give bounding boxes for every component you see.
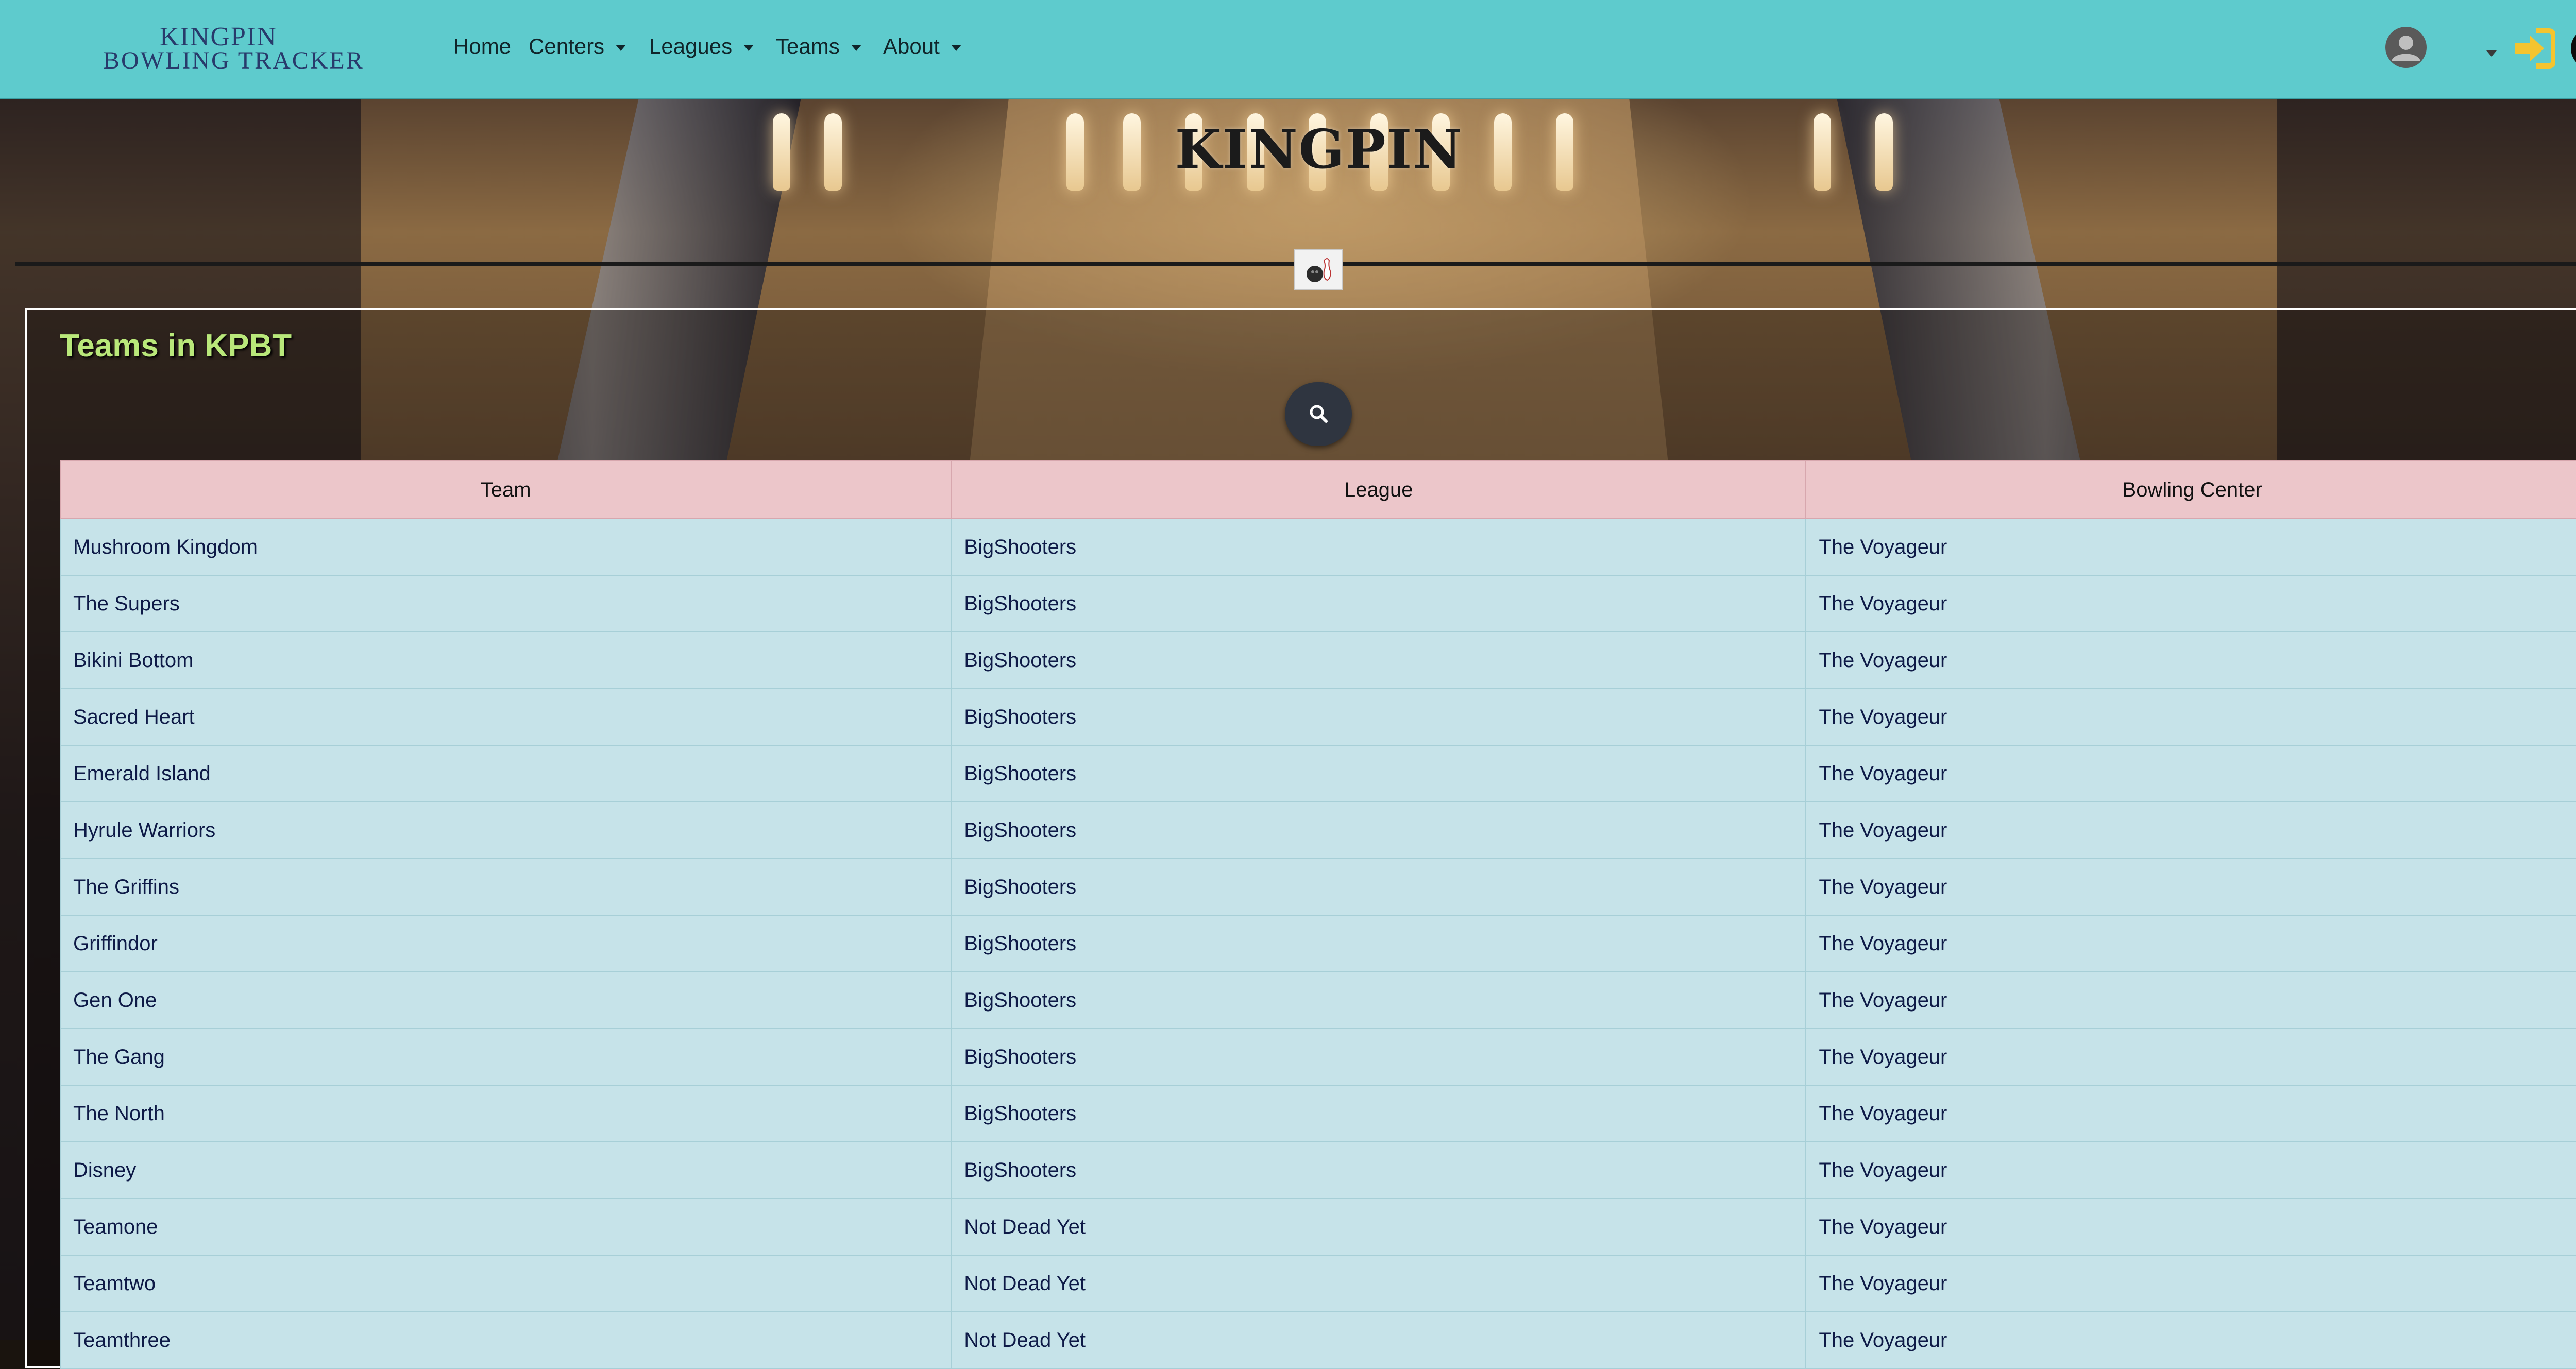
nav-about-label: About xyxy=(883,34,940,58)
bowling-center-cell[interactable]: The Voyageur xyxy=(1805,801,2576,859)
column-header-team[interactable]: Team xyxy=(59,460,952,519)
nav-leagues-dropdown[interactable]: Leagues xyxy=(649,34,754,59)
bowling-center-cell[interactable]: The Voyageur xyxy=(1805,1141,2576,1199)
team-cell[interactable]: The Griffins xyxy=(59,858,952,916)
bowling-center-cell[interactable]: The Voyageur xyxy=(1805,688,2576,746)
team-cell[interactable]: Disney xyxy=(59,1141,952,1199)
table-row[interactable]: Bikini Bottom BigShooters The Voyageur xyxy=(59,631,2576,689)
table-row[interactable]: Disney BigShooters The Voyageur xyxy=(59,1141,2576,1199)
chevron-down-icon xyxy=(616,44,626,51)
team-cell[interactable]: Teamthree xyxy=(59,1311,952,1369)
nav-teams-label: Teams xyxy=(776,34,840,58)
bowling-center-cell[interactable]: The Voyageur xyxy=(1805,518,2576,576)
nav-home-link[interactable]: Home xyxy=(453,34,511,59)
table-row[interactable]: Mushroom Kingdom BigShooters The Voyageur xyxy=(59,518,2576,576)
nav-teams-dropdown[interactable]: Teams xyxy=(776,34,861,59)
table-row[interactable]: Hyrule Warriors BigShooters The Voyageur xyxy=(59,801,2576,859)
team-cell[interactable]: Sacred Heart xyxy=(59,688,952,746)
user-icon[interactable] xyxy=(2384,26,2428,69)
table-row[interactable]: Gen One BigShooters The Voyageur xyxy=(59,971,2576,1029)
bowling-center-cell[interactable]: The Voyageur xyxy=(1805,1028,2576,1086)
bowling-center-cell[interactable]: The Voyageur xyxy=(1805,1311,2576,1369)
bowling-center-cell[interactable]: The Voyageur xyxy=(1805,745,2576,802)
team-cell[interactable]: The Supers xyxy=(59,575,952,632)
league-cell[interactable]: BigShooters xyxy=(951,745,1807,802)
team-cell[interactable]: The North xyxy=(59,1085,952,1142)
table-row[interactable]: The Gang BigShooters The Voyageur xyxy=(59,1028,2576,1086)
nav-centers-label: Centers xyxy=(529,34,605,58)
bowling-pins-icon xyxy=(1307,258,1331,282)
league-cell[interactable]: Not Dead Yet xyxy=(951,1198,1807,1256)
teams-table: Team League Bowling Center Mushroom King… xyxy=(59,460,2576,1369)
bowling-center-cell[interactable]: The Voyageur xyxy=(1805,971,2576,1029)
team-cell[interactable]: Mushroom Kingdom xyxy=(59,518,952,576)
chevron-down-icon[interactable] xyxy=(2486,50,2497,57)
league-cell[interactable]: BigShooters xyxy=(951,688,1807,746)
league-cell[interactable]: BigShooters xyxy=(951,1141,1807,1199)
top-navbar: KINGPIN BOWLING TRACKER Home Centers Lea… xyxy=(0,0,2576,99)
team-cell[interactable]: Gen One xyxy=(59,971,952,1029)
bowling-center-cell[interactable]: The Voyageur xyxy=(1805,1198,2576,1256)
bowling-ball-icon[interactable] xyxy=(2570,27,2576,70)
search-icon xyxy=(1310,405,1328,423)
column-header-league[interactable]: League xyxy=(951,460,1807,519)
bowling-center-cell[interactable]: The Voyageur xyxy=(1805,575,2576,632)
site-logo[interactable]: KINGPIN BOWLING TRACKER xyxy=(103,21,363,77)
bowling-center-cell[interactable]: The Voyageur xyxy=(1805,631,2576,689)
team-cell[interactable]: Teamtwo xyxy=(59,1255,952,1312)
league-cell[interactable]: BigShooters xyxy=(951,801,1807,859)
team-cell[interactable]: Bikini Bottom xyxy=(59,631,952,689)
league-cell[interactable]: BigShooters xyxy=(951,971,1807,1029)
team-cell[interactable]: Teamone xyxy=(59,1198,952,1256)
table-row[interactable]: Teamone Not Dead Yet The Voyageur xyxy=(59,1198,2576,1256)
team-cell[interactable]: The Gang xyxy=(59,1028,952,1086)
table-row[interactable]: Teamtwo Not Dead Yet The Voyageur xyxy=(59,1255,2576,1312)
team-cell[interactable]: Griffindor xyxy=(59,915,952,972)
team-cell[interactable]: Emerald Island xyxy=(59,745,952,802)
nav-about-dropdown[interactable]: About xyxy=(883,34,961,59)
bowling-center-cell[interactable]: The Voyageur xyxy=(1805,1255,2576,1312)
league-cell[interactable]: BigShooters xyxy=(951,1028,1807,1086)
table-row[interactable]: The Griffins BigShooters The Voyageur xyxy=(59,858,2576,916)
table-row[interactable]: Emerald Island BigShooters The Voyageur xyxy=(59,745,2576,802)
league-cell[interactable]: BigShooters xyxy=(951,1085,1807,1142)
bowling-center-cell[interactable]: The Voyageur xyxy=(1805,1085,2576,1142)
column-header-bowling-center[interactable]: Bowling Center xyxy=(1805,460,2576,519)
brand-title: KINGPIN xyxy=(1175,117,1463,181)
table-row[interactable]: Teamthree Not Dead Yet The Voyageur xyxy=(59,1311,2576,1369)
league-cell[interactable]: BigShooters xyxy=(951,915,1807,972)
chevron-down-icon xyxy=(951,44,961,51)
league-cell[interactable]: BigShooters xyxy=(951,631,1807,689)
table-row[interactable]: The Supers BigShooters The Voyageur xyxy=(59,575,2576,632)
login-icon[interactable] xyxy=(2512,28,2555,69)
teams-card: Teams in KPBT Team League Bowling Center… xyxy=(25,308,2576,1369)
table-row[interactable]: The North BigShooters The Voyageur xyxy=(59,1085,2576,1142)
league-cell[interactable]: BigShooters xyxy=(951,575,1807,632)
league-cell[interactable]: BigShooters xyxy=(951,858,1807,916)
bowling-center-cell[interactable]: The Voyageur xyxy=(1805,915,2576,972)
page-title: Teams in KPBT xyxy=(60,328,292,364)
nav-leagues-label: Leagues xyxy=(649,34,733,58)
league-cell[interactable]: BigShooters xyxy=(951,518,1807,576)
logo-line-2: BOWLING TRACKER xyxy=(103,47,364,74)
bowling-center-cell[interactable]: The Voyageur xyxy=(1805,858,2576,916)
chevron-down-icon xyxy=(851,44,861,51)
league-cell[interactable]: Not Dead Yet xyxy=(951,1255,1807,1312)
team-cell[interactable]: Hyrule Warriors xyxy=(59,801,952,859)
search-button[interactable] xyxy=(1285,382,1352,446)
divider-badge xyxy=(1294,249,1343,290)
league-cell[interactable]: Not Dead Yet xyxy=(951,1311,1807,1369)
table-header-row: Team League Bowling Center xyxy=(59,460,2576,519)
nav-centers-dropdown[interactable]: Centers xyxy=(529,34,626,59)
chevron-down-icon xyxy=(743,44,754,51)
table-row[interactable]: Sacred Heart BigShooters The Voyageur xyxy=(59,688,2576,746)
nav-home-label: Home xyxy=(453,34,512,58)
table-row[interactable]: Griffindor BigShooters The Voyageur xyxy=(59,915,2576,972)
